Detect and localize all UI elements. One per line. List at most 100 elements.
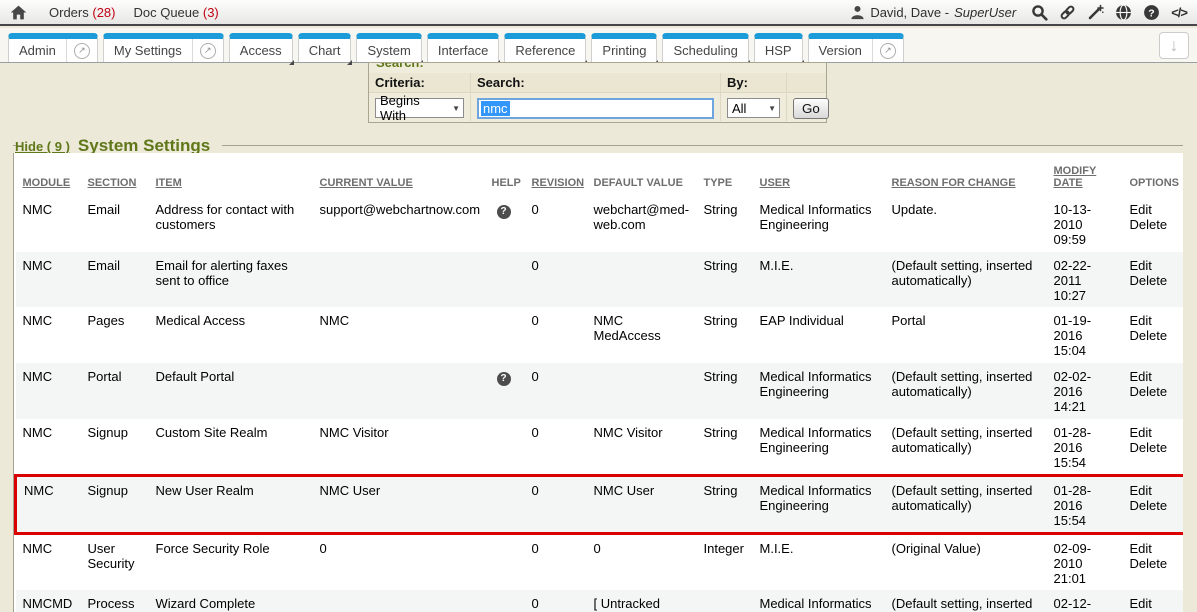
nav-doc-queue-label: Doc Queue — [133, 5, 199, 20]
nav-orders[interactable]: Orders (28) — [49, 5, 115, 20]
link-icon[interactable] — [1059, 4, 1076, 21]
cell-section: Process — [84, 590, 152, 612]
home-icon[interactable] — [10, 5, 27, 20]
menu-corner-icon — [289, 60, 294, 65]
tab-printing-label: Printing — [592, 39, 656, 62]
cell-current-value: support@webchartnow.com — [316, 196, 488, 252]
cell-revision: 0 — [528, 307, 590, 363]
edit-link[interactable]: Edit — [1130, 425, 1178, 440]
cell-current-value — [316, 252, 488, 307]
tab-my-settings-popout-button[interactable]: ↗ — [192, 39, 223, 62]
edit-link[interactable]: Edit — [1130, 202, 1178, 217]
search-panel-legend: Search: — [376, 63, 424, 72]
search-label: Search: — [471, 73, 721, 92]
cell-current-value: NMC Visitor — [316, 419, 488, 476]
cell-default-value: NMC MedAccess — [590, 307, 700, 363]
cell-type: String — [700, 419, 756, 476]
search-input[interactable]: nmc — [477, 98, 714, 119]
help-icon[interactable]: ? — [497, 372, 511, 386]
settings-panel: MODULE SECTION ITEM CURRENT VALUE HELP R… — [13, 153, 1183, 612]
cell-section: Signup — [84, 476, 152, 534]
go-spacer — [787, 73, 826, 92]
tab-version[interactable]: Version ↗ — [808, 33, 904, 62]
cell-current-value: NMC — [316, 307, 488, 363]
header-modify-date[interactable]: MODIFY DATE — [1050, 153, 1126, 196]
header-reason[interactable]: REASON FOR CHANGE — [888, 153, 1050, 196]
header-section[interactable]: SECTION — [84, 153, 152, 196]
search-icon[interactable] — [1031, 4, 1048, 21]
user-icon — [850, 5, 865, 20]
tab-system[interactable]: System — [356, 33, 421, 62]
table-header-row: MODULE SECTION ITEM CURRENT VALUE HELP R… — [16, 153, 1184, 196]
edit-link[interactable]: Edit — [1130, 596, 1178, 611]
tab-my-settings-label: My Settings — [104, 39, 192, 62]
delete-link[interactable]: Delete — [1130, 556, 1178, 571]
tab-admin[interactable]: Admin ↗ — [8, 33, 98, 62]
criteria-select[interactable]: Begins With ▼ — [375, 98, 464, 118]
cell-revision: 0 — [528, 363, 590, 419]
cell-user: M.I.E. — [756, 252, 888, 307]
cell-item: Wizard Complete — [152, 590, 316, 612]
cell-type: String — [700, 196, 756, 252]
edit-link[interactable]: Edit — [1130, 258, 1178, 273]
cell-type — [700, 590, 756, 612]
cell-user: Medical Informatics Engineering — [756, 476, 888, 534]
cell-module: NMC — [16, 252, 84, 307]
by-select-value: All — [732, 101, 746, 116]
delete-link[interactable]: Delete — [1130, 384, 1178, 399]
help-icon[interactable]: ? — [1143, 4, 1160, 21]
fieldset-top-border-left — [13, 145, 16, 146]
tab-interface[interactable]: Interface — [427, 33, 500, 62]
help-icon[interactable]: ? — [497, 205, 511, 219]
cell-item: Force Security Role — [152, 534, 316, 591]
nav-doc-queue[interactable]: Doc Queue (3) — [133, 5, 218, 20]
edit-link[interactable]: Edit — [1130, 483, 1177, 498]
tab-hsp[interactable]: HSP — [754, 33, 803, 62]
tab-chart[interactable]: Chart — [298, 33, 352, 62]
header-revision[interactable]: REVISION — [528, 153, 590, 196]
user-role: SuperUser — [954, 5, 1016, 20]
wand-icon[interactable] — [1087, 4, 1104, 21]
cell-default-value — [590, 363, 700, 419]
cell-default-value: [ Untracked Setting ] — [590, 590, 700, 612]
globe-icon[interactable] — [1115, 4, 1132, 21]
tab-admin-popout-button[interactable]: ↗ — [66, 39, 97, 62]
delete-link[interactable]: Delete — [1130, 273, 1178, 288]
cell-reason: (Default setting, inserted automatically… — [888, 252, 1050, 307]
header-module[interactable]: MODULE — [16, 153, 84, 196]
header-item[interactable]: ITEM — [152, 153, 316, 196]
tab-reference[interactable]: Reference — [504, 33, 586, 62]
header-user[interactable]: USER — [756, 153, 888, 196]
cell-revision: 0 — [528, 196, 590, 252]
cell-module: NMC — [16, 419, 84, 476]
tab-access[interactable]: Access — [229, 33, 293, 62]
cell-modify-date: 10-13-2010 09:59 — [1050, 196, 1126, 252]
edit-link[interactable]: Edit — [1130, 541, 1178, 556]
cell-modify-date: 01-28-2016 15:54 — [1050, 419, 1126, 476]
header-current-value[interactable]: CURRENT VALUE — [316, 153, 488, 196]
tab-admin-label: Admin — [9, 39, 66, 62]
table-row-highlighted: NMC Signup New User Realm NMC User 0 NMC… — [16, 476, 1184, 534]
edit-link[interactable]: Edit — [1130, 313, 1178, 328]
collapse-toolbar-button[interactable]: ↓ — [1159, 32, 1189, 59]
tab-version-label: Version — [809, 39, 872, 62]
hide-section-link[interactable]: Hide ( 9 ) — [15, 139, 70, 154]
delete-link[interactable]: Delete — [1130, 217, 1178, 232]
tab-printing[interactable]: Printing — [591, 33, 657, 62]
tab-scheduling[interactable]: Scheduling — [662, 33, 748, 62]
code-icon[interactable]: </> — [1171, 5, 1187, 20]
cell-item: Default Portal — [152, 363, 316, 419]
cell-user: Medical Informatics Engineering — [756, 196, 888, 252]
cell-default-value: 0 — [590, 534, 700, 591]
tab-my-settings[interactable]: My Settings ↗ — [103, 33, 224, 62]
delete-link[interactable]: Delete — [1130, 328, 1178, 343]
edit-link[interactable]: Edit — [1130, 369, 1178, 384]
delete-link[interactable]: Delete — [1130, 498, 1177, 513]
by-select[interactable]: All ▼ — [727, 98, 780, 118]
header-type: TYPE — [700, 153, 756, 196]
delete-link[interactable]: Delete — [1130, 440, 1178, 455]
go-button[interactable]: Go — [793, 98, 829, 119]
nav-orders-label: Orders — [49, 5, 89, 20]
cell-type: String — [700, 363, 756, 419]
tab-version-popout-button[interactable]: ↗ — [872, 39, 903, 62]
